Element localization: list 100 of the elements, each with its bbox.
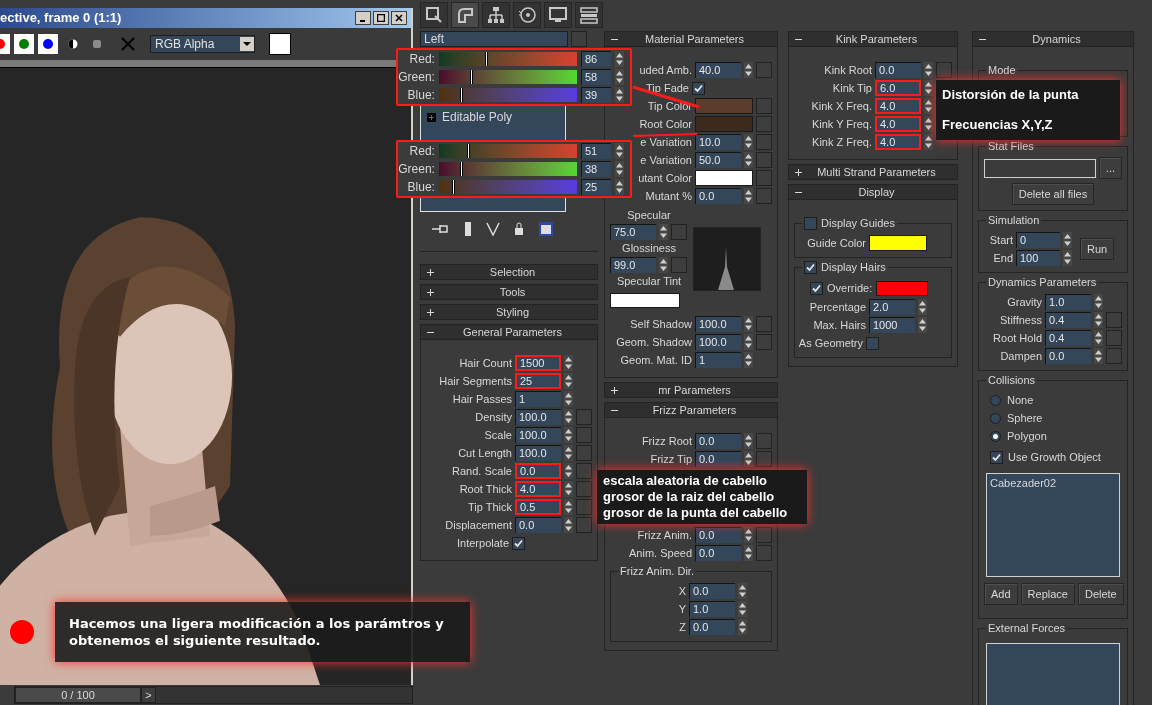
modifier-name-field[interactable]: Left — [420, 31, 568, 47]
channel-button[interactable] — [38, 34, 58, 54]
value-field[interactable]: 1 — [515, 391, 561, 407]
panel-tab[interactable] — [451, 2, 479, 28]
rollout-header[interactable]: Styling — [420, 304, 598, 320]
rollout-header[interactable]: General Parameters — [420, 324, 598, 340]
slider-thumb[interactable] — [470, 70, 474, 84]
configure-icon[interactable] — [538, 221, 554, 237]
value-field[interactable]: 4.0 — [875, 98, 921, 114]
spinner-icon[interactable] — [615, 179, 624, 195]
action-button[interactable]: Replace — [1020, 583, 1075, 605]
spinner-icon[interactable] — [924, 134, 933, 150]
spinner-icon[interactable] — [1063, 250, 1072, 266]
spinner-icon[interactable] — [744, 62, 753, 78]
spinner-icon[interactable] — [564, 409, 573, 425]
value-field[interactable]: 86 — [581, 51, 611, 67]
checkbox[interactable] — [990, 450, 1003, 464]
value-field[interactable]: 6.0 — [875, 80, 921, 96]
panel-tab[interactable] — [420, 2, 448, 28]
value-field[interactable]: 100.0 — [515, 445, 561, 461]
list-item[interactable]: Cabezader02 — [990, 475, 1057, 492]
maximize-button[interactable] — [373, 11, 389, 25]
value-field[interactable]: 0.0 — [689, 583, 735, 599]
value-field[interactable]: 40.0 — [695, 62, 741, 78]
spinner-icon[interactable] — [924, 116, 933, 132]
value-field[interactable]: 4.0 — [875, 134, 921, 150]
spinner-icon[interactable] — [924, 98, 933, 114]
action-button[interactable]: ... — [1098, 157, 1122, 179]
color-swatch[interactable] — [695, 170, 753, 186]
spinner-icon[interactable] — [744, 433, 753, 449]
value-field[interactable]: 58 — [581, 69, 611, 85]
value-field[interactable]: 0.0 — [515, 463, 561, 479]
spinner-icon[interactable] — [744, 527, 753, 543]
slider-thumb[interactable] — [459, 162, 463, 176]
bar-icon[interactable] — [464, 221, 472, 237]
value-field[interactable]: 0.0 — [695, 433, 741, 449]
rollout-header[interactable]: Tools — [420, 284, 598, 300]
color-swatch[interactable] — [695, 116, 753, 132]
value-field[interactable]: 0 — [1016, 232, 1060, 248]
pin-icon[interactable] — [432, 223, 450, 235]
spinner-icon[interactable] — [615, 143, 624, 159]
value-field[interactable]: 0.0 — [695, 188, 741, 204]
panel-tab[interactable] — [482, 2, 510, 28]
radio-button[interactable] — [990, 394, 1001, 406]
value-field[interactable]: 39 — [581, 87, 611, 103]
lock-icon[interactable] — [514, 222, 524, 236]
value-field[interactable]: 10.0 — [695, 134, 741, 150]
value-field[interactable]: 99.0 — [610, 256, 656, 273]
spinner-icon[interactable] — [744, 152, 753, 168]
slider-thumb[interactable] — [452, 180, 456, 194]
checkbox[interactable] — [866, 336, 879, 350]
spinner-icon[interactable] — [564, 373, 573, 389]
value-field[interactable]: 0.0 — [875, 62, 921, 78]
value-field[interactable]: 51 — [581, 143, 611, 159]
spinner-icon[interactable] — [1094, 348, 1103, 364]
spinner-icon[interactable] — [659, 223, 668, 240]
value-field[interactable]: 0.4 — [1045, 330, 1091, 346]
channel-dropdown[interactable]: RGB Alpha — [150, 35, 255, 53]
value-field[interactable]: 100.0 — [695, 334, 741, 350]
value-field[interactable]: 2.0 — [869, 299, 915, 315]
spinner-icon[interactable] — [564, 463, 573, 479]
value-field[interactable]: 1000 — [869, 317, 915, 333]
color-swatch[interactable] — [869, 235, 927, 251]
spinner-icon[interactable] — [744, 316, 753, 332]
slider-thumb[interactable] — [466, 144, 470, 158]
spinner-icon[interactable] — [564, 481, 573, 497]
value-field[interactable]: 100 — [1016, 250, 1060, 266]
spinner-icon[interactable] — [744, 334, 753, 350]
radio-button[interactable] — [990, 412, 1001, 424]
color-slider[interactable] — [438, 180, 577, 194]
spinner-icon[interactable] — [924, 62, 933, 78]
value-field[interactable]: 100.0 — [515, 427, 561, 443]
radio-button[interactable] — [990, 430, 1001, 442]
checkbox[interactable] — [692, 81, 705, 95]
spinner-icon[interactable] — [744, 451, 753, 467]
spinner-icon[interactable] — [918, 317, 927, 333]
text-field[interactable] — [984, 158, 1096, 178]
color-slider[interactable] — [438, 162, 577, 176]
value-field[interactable]: 1 — [695, 352, 741, 368]
channel-button[interactable] — [14, 34, 34, 54]
spinner-icon[interactable] — [1063, 232, 1072, 248]
rollout-header[interactable]: mr Parameters — [604, 382, 778, 398]
value-field[interactable]: 0.0 — [695, 451, 741, 467]
value-field[interactable]: 0.0 — [515, 517, 561, 533]
rollout-header[interactable]: Selection — [420, 264, 598, 280]
color-slider[interactable] — [438, 70, 577, 84]
color-slider[interactable] — [438, 144, 577, 158]
panel-tab[interactable] — [544, 2, 572, 28]
panel-tab[interactable] — [575, 2, 603, 28]
color-swatch[interactable] — [695, 98, 753, 114]
value-field[interactable]: 1.0 — [689, 601, 735, 617]
action-button[interactable]: Delete all files — [1011, 183, 1095, 205]
frame-counter[interactable]: 0 / 100 — [15, 687, 141, 703]
slider-thumb[interactable] — [460, 88, 464, 102]
value-field[interactable]: 0.0 — [695, 545, 741, 561]
value-field[interactable]: 100.0 — [515, 409, 561, 425]
rollout-header[interactable]: Dynamics — [972, 31, 1134, 47]
spinner-icon[interactable] — [659, 256, 668, 273]
close-button[interactable] — [391, 11, 407, 25]
color-swatch[interactable] — [571, 31, 587, 47]
